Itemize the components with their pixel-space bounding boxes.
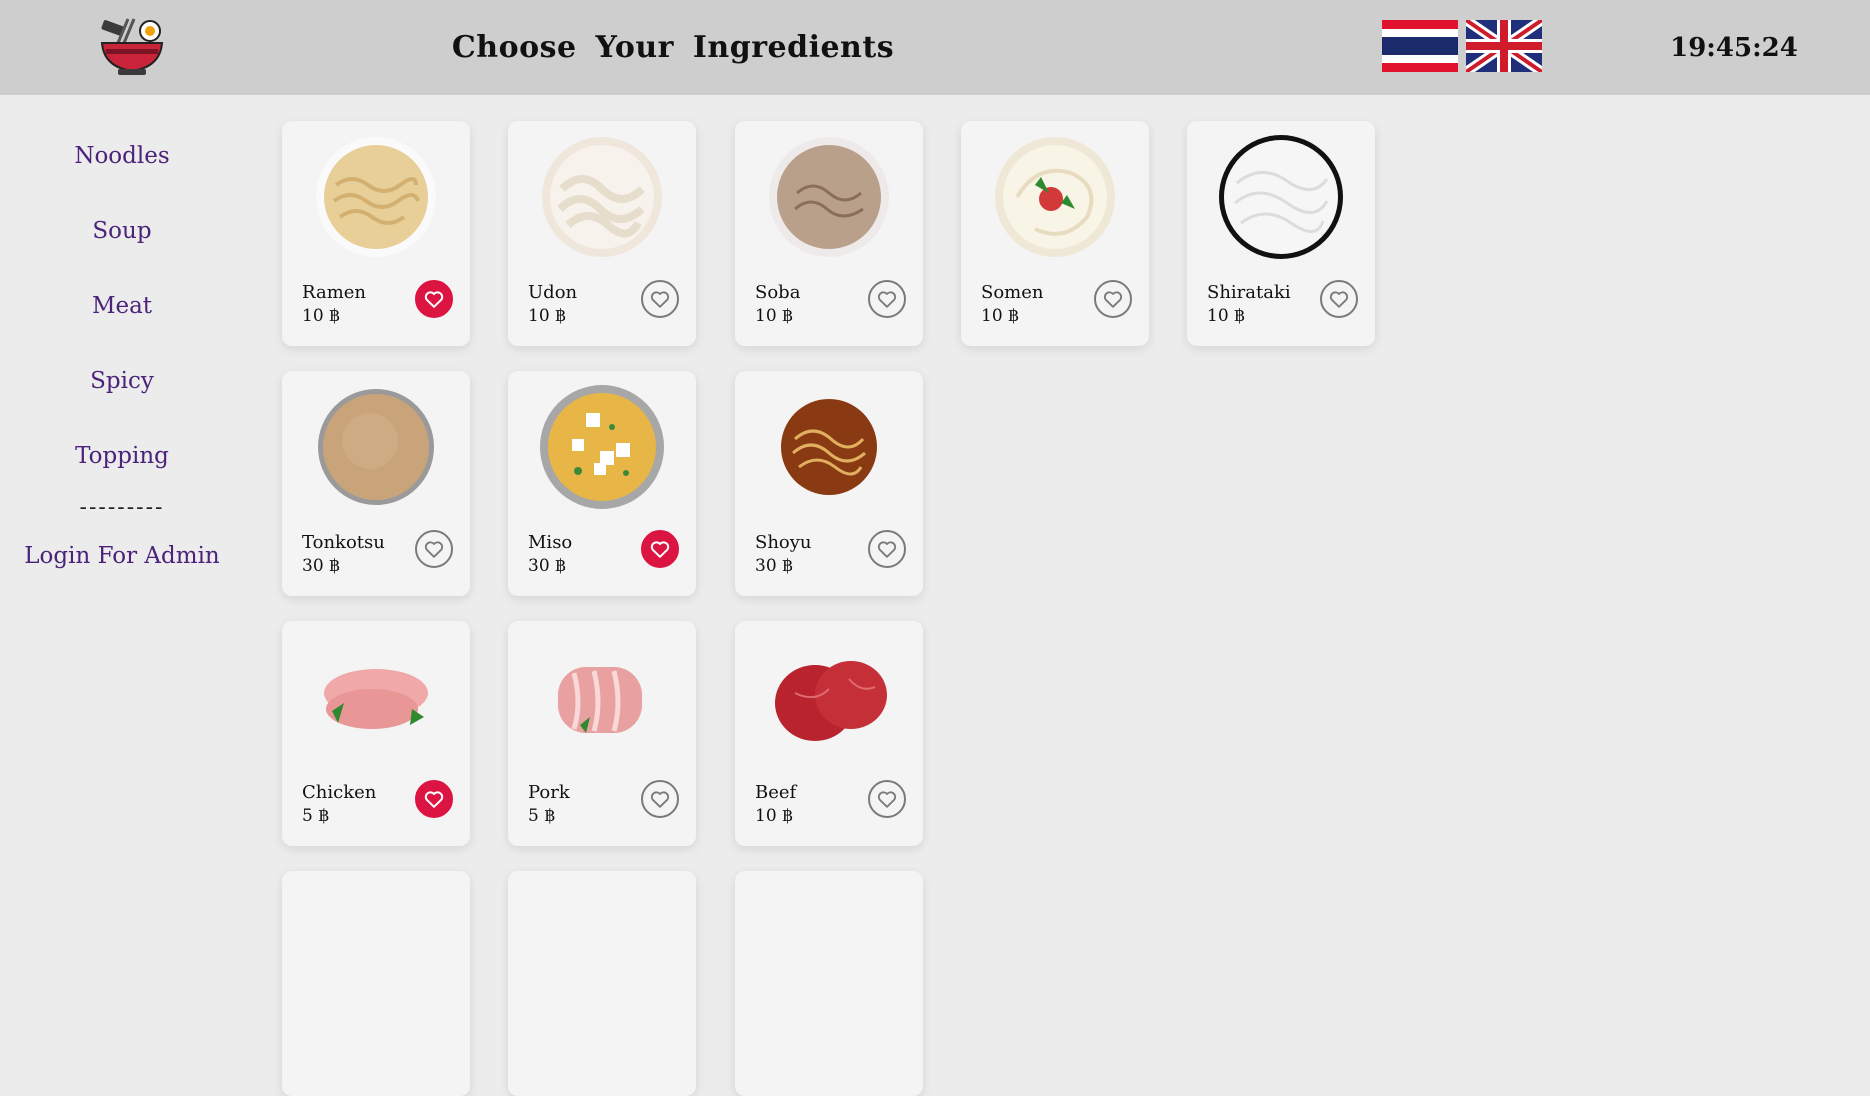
chicken-meat-image	[312, 633, 440, 761]
sidebar-item-meat[interactable]: Meat	[0, 293, 244, 319]
page-title: Choose Your Ingredients	[451, 30, 895, 65]
ingredient-name: Pork	[528, 782, 570, 803]
beef-meat-image	[765, 633, 893, 761]
ingredient-name: Somen	[981, 282, 1044, 303]
heart-icon	[423, 788, 445, 810]
sidebar-item-noodles[interactable]: Noodles	[0, 143, 244, 169]
heart-icon	[1328, 288, 1350, 310]
ingredient-card[interactable]: Ramen 10 ฿	[282, 121, 470, 346]
heart-icon	[1102, 288, 1124, 310]
heart-icon	[649, 288, 671, 310]
ingredient-price: 30 ฿	[302, 556, 340, 576]
favorite-button[interactable]	[868, 280, 906, 318]
ingredient-card[interactable]: Shoyu 30 ฿	[735, 371, 923, 596]
favorite-button[interactable]	[415, 530, 453, 568]
favorite-button[interactable]	[1094, 280, 1132, 318]
ingredient-name: Tonkotsu	[302, 532, 385, 553]
heart-icon	[876, 788, 898, 810]
ingredient-card[interactable]	[282, 871, 470, 1096]
ramen-noodles-image	[312, 133, 440, 261]
heart-icon	[423, 538, 445, 560]
ingredient-name: Soba	[755, 282, 801, 303]
thai-flag-icon[interactable]	[1382, 20, 1458, 72]
ingredient-card[interactable]: Beef 10 ฿	[735, 621, 923, 846]
ingredient-name: Chicken	[302, 782, 377, 803]
ingredient-name: Shoyu	[755, 532, 812, 553]
heart-icon	[649, 538, 671, 560]
ingredient-card[interactable]: Chicken 5 ฿	[282, 621, 470, 846]
category-sidebar: Noodles Soup Meat Spicy Topping --------…	[0, 95, 244, 877]
ingredient-card[interactable]: Shirataki 10 ฿	[1187, 121, 1375, 346]
heart-icon	[876, 538, 898, 560]
heart-icon	[423, 288, 445, 310]
ingredient-name: Shirataki	[1207, 282, 1291, 303]
favorite-button[interactable]	[641, 530, 679, 568]
ingredient-price: 30 ฿	[528, 556, 566, 576]
soba-noodles-image	[765, 133, 893, 261]
sidebar-divider: ---------	[79, 495, 165, 520]
ingredient-card[interactable]	[735, 871, 923, 1096]
shirataki-noodles-image	[1217, 133, 1345, 261]
ingredient-price: 10 ฿	[755, 806, 793, 826]
sidebar-item-topping[interactable]: Topping	[0, 443, 244, 469]
ingredient-card[interactable]: Tonkotsu 30 ฿	[282, 371, 470, 596]
favorite-button[interactable]	[641, 280, 679, 318]
ingredient-price: 5 ฿	[528, 806, 556, 826]
favorite-button[interactable]	[415, 780, 453, 818]
ingredient-price: 10 ฿	[1207, 306, 1245, 326]
favorite-button[interactable]	[868, 530, 906, 568]
ingredient-card[interactable]: Miso 30 ฿	[508, 371, 696, 596]
sidebar-item-spicy[interactable]: Spicy	[0, 368, 244, 394]
ingredient-price: 10 ฿	[981, 306, 1019, 326]
ingredient-card[interactable]: Pork 5 ฿	[508, 621, 696, 846]
udon-noodles-image	[538, 133, 666, 261]
ingredient-card[interactable]	[508, 871, 696, 1096]
somen-noodles-image	[991, 133, 1119, 261]
sidebar-item-soup[interactable]: Soup	[0, 218, 244, 244]
favorite-button[interactable]	[1320, 280, 1358, 318]
favorite-button[interactable]	[868, 780, 906, 818]
favorite-button[interactable]	[415, 280, 453, 318]
uk-flag-icon[interactable]	[1463, 15, 1545, 77]
ingredient-name: Udon	[528, 282, 578, 303]
clock-display: 19:45:24	[1670, 33, 1798, 63]
ingredient-price: 10 ฿	[755, 306, 793, 326]
admin-login-link[interactable]: Login For Admin	[0, 543, 244, 569]
favorite-button[interactable]	[641, 780, 679, 818]
ingredient-price: 30 ฿	[755, 556, 793, 576]
ingredient-price: 10 ฿	[528, 306, 566, 326]
heart-icon	[649, 788, 671, 810]
ingredient-name: Miso	[528, 532, 573, 553]
ingredient-card[interactable]: Udon 10 ฿	[508, 121, 696, 346]
top-bar: Choose Your Ingredients 19:45:24	[0, 0, 1870, 95]
ingredient-price: 5 ฿	[302, 806, 330, 826]
shoyu-soup-image	[765, 383, 893, 511]
ingredient-price: 10 ฿	[302, 306, 340, 326]
ingredient-name: Beef	[755, 782, 797, 803]
pork-meat-image	[538, 633, 666, 761]
tonkotsu-soup-image	[312, 383, 440, 511]
ingredient-card[interactable]: Soba 10 ฿	[735, 121, 923, 346]
miso-soup-image	[538, 383, 666, 511]
ingredient-name: Ramen	[302, 282, 367, 303]
heart-icon	[876, 288, 898, 310]
ingredient-card[interactable]: Somen 10 ฿	[961, 121, 1149, 346]
